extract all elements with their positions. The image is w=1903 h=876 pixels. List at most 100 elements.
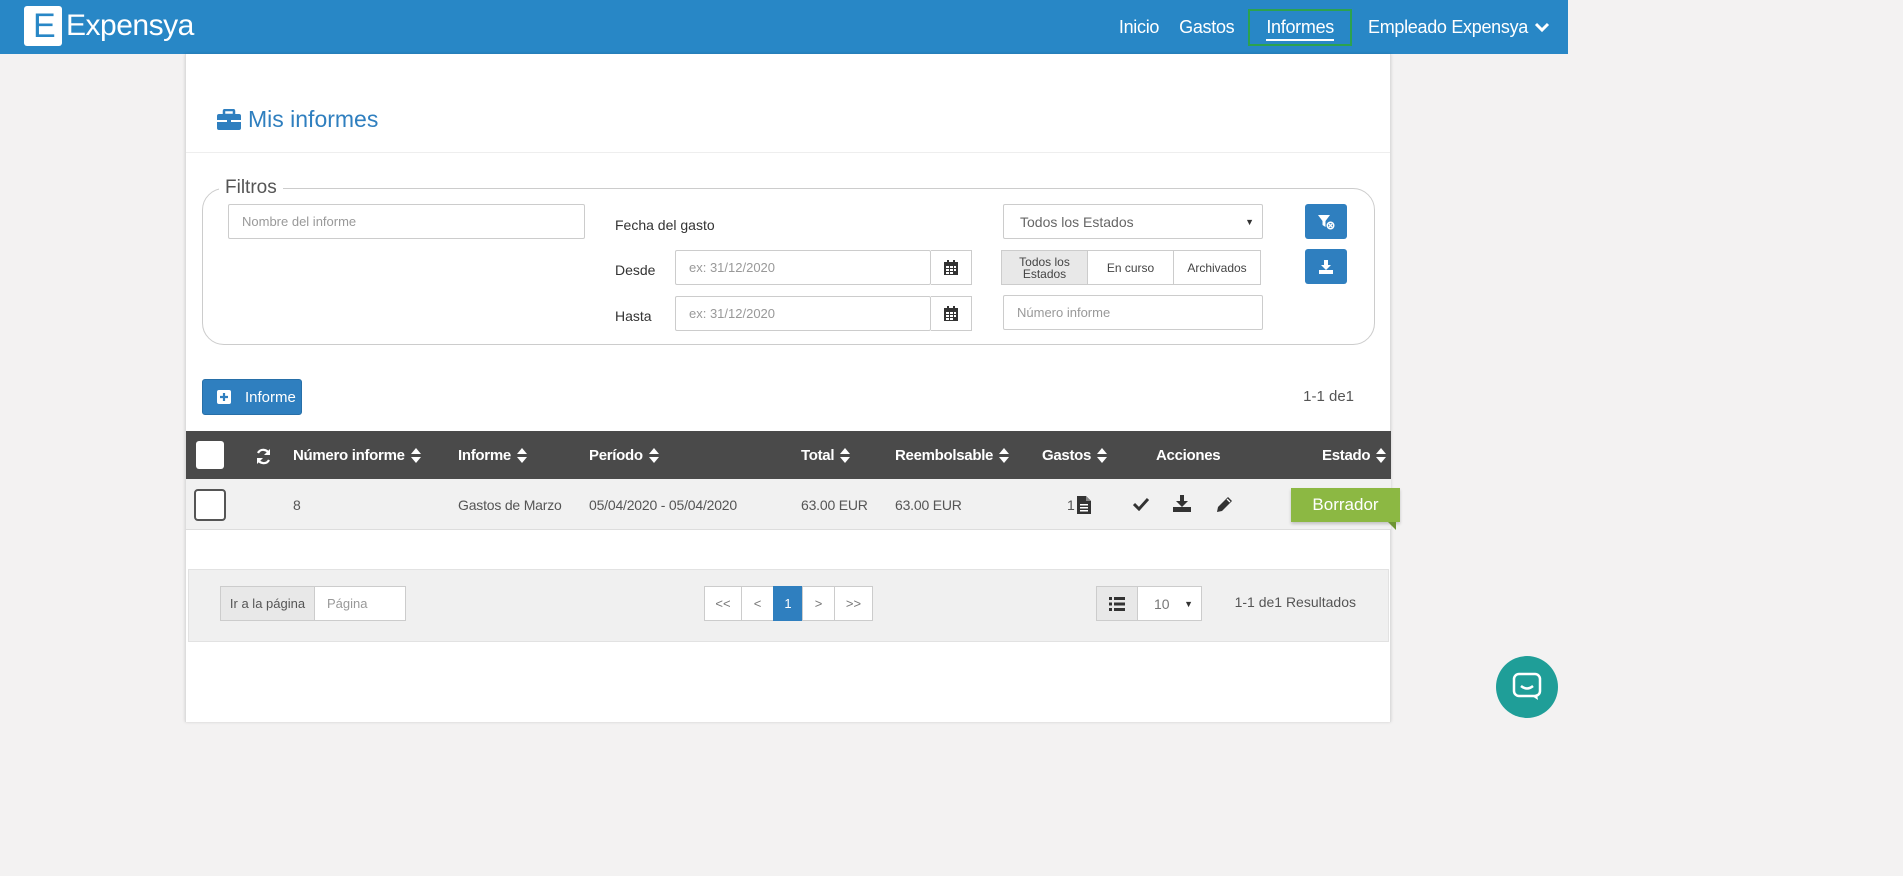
col-report-label: Informe xyxy=(458,446,511,464)
calendar-icon xyxy=(944,260,958,275)
cell-report-name[interactable]: Gastos de Marzo xyxy=(458,479,562,530)
first-page-button[interactable]: << xyxy=(704,586,742,621)
sort-icon xyxy=(840,447,851,463)
to-date-input[interactable]: ex: 31/12/2020 xyxy=(675,296,931,331)
from-calendar-button[interactable] xyxy=(931,250,972,285)
pagination-bar: Ir a la página Página << < 1 > >> 10 ▼ 1… xyxy=(188,569,1389,642)
add-report-button[interactable]: Informe xyxy=(202,379,302,415)
col-report-number[interactable]: Número informe xyxy=(293,431,421,479)
nav-links: Inicio Gastos Informes Empleado Expensya xyxy=(1109,0,1568,54)
col-expenses-label: Gastos xyxy=(1042,446,1092,464)
col-period[interactable]: Período xyxy=(589,431,659,479)
add-report-label: Informe xyxy=(245,388,296,406)
col-actions-label: Acciones xyxy=(1156,446,1221,464)
state-select-value: Todos los Estados xyxy=(1020,213,1134,230)
row-checkbox[interactable] xyxy=(194,489,226,521)
logo-text: Expensya xyxy=(66,9,194,42)
status-badge: Borrador xyxy=(1291,488,1400,522)
page-title: Mis informes xyxy=(216,106,378,133)
download-icon xyxy=(1319,259,1333,274)
sort-icon xyxy=(648,447,659,463)
per-page-select[interactable]: 10 ▼ xyxy=(1137,586,1202,621)
col-refundable[interactable]: Reembolsable xyxy=(895,431,1010,479)
to-label: Hasta xyxy=(615,308,652,324)
date-heading: Fecha del gasto xyxy=(615,217,715,233)
check-icon[interactable] xyxy=(1133,497,1149,511)
state-tab-in-progress[interactable]: En curso xyxy=(1087,250,1174,285)
document-icon xyxy=(1076,495,1091,514)
state-tabs: Todos los Estados En curso Archivados xyxy=(1001,250,1261,285)
list-view-button[interactable] xyxy=(1096,586,1138,621)
cell-period: 05/04/2020 - 05/04/2020 xyxy=(589,496,737,513)
goto-page-input[interactable]: Página xyxy=(314,586,406,621)
sort-icon xyxy=(516,447,527,463)
nav-gastos[interactable]: Gastos xyxy=(1179,17,1235,38)
top-navbar: E Expensya Inicio Gastos Informes Emplea… xyxy=(0,0,1568,54)
table-header: Número informe Informe Período Total Ree… xyxy=(186,431,1391,479)
col-expenses[interactable]: Gastos xyxy=(1042,431,1108,479)
main-panel: Mis informes Filtros Nombre del informe … xyxy=(185,54,1400,722)
expenses-count: 1 xyxy=(1067,496,1075,513)
state-tab-archived[interactable]: Archivados xyxy=(1173,250,1261,285)
report-number-input[interactable]: Número informe xyxy=(1003,295,1263,330)
col-report-number-label: Número informe xyxy=(293,446,405,464)
user-name: Empleado Expensya xyxy=(1367,16,1528,37)
goto-page-label: Ir a la página xyxy=(220,586,315,621)
results-count: 1-1 de1 Resultados xyxy=(1234,594,1356,610)
caret-down-icon: ▼ xyxy=(1184,599,1193,609)
col-status-label: Estado xyxy=(1322,446,1371,464)
clear-filters-button[interactable] xyxy=(1305,204,1347,239)
nav-informes[interactable]: Informes xyxy=(1248,8,1352,46)
state-select[interactable]: Todos los Estados ▼ xyxy=(1003,204,1263,239)
sort-icon xyxy=(1376,447,1387,463)
select-all-checkbox[interactable] xyxy=(196,441,224,469)
state-tab-all[interactable]: Todos los Estados xyxy=(1001,250,1088,285)
col-period-label: Período xyxy=(589,446,643,464)
briefcase-icon xyxy=(217,108,241,130)
download-button[interactable] xyxy=(1305,249,1347,284)
page-1-button[interactable]: 1 xyxy=(773,586,803,621)
from-label: Desde xyxy=(615,262,656,278)
refresh-icon[interactable] xyxy=(255,448,272,465)
expensya-logo[interactable]: E Expensya xyxy=(24,6,194,46)
cell-report-number: 8 xyxy=(293,496,301,513)
filters-fieldset: Filtros Nombre del informe Fecha del gas… xyxy=(202,177,1375,345)
col-actions: Acciones xyxy=(1156,431,1221,479)
sort-icon xyxy=(410,447,421,463)
cell-expenses[interactable]: 1 xyxy=(1067,479,1091,530)
list-icon xyxy=(1109,596,1125,611)
report-name-input[interactable]: Nombre del informe xyxy=(228,204,585,239)
from-date-input[interactable]: ex: 31/12/2020 xyxy=(675,250,931,285)
prev-page-button[interactable]: < xyxy=(741,586,774,621)
next-page-button[interactable]: > xyxy=(802,586,835,621)
to-calendar-button[interactable] xyxy=(931,296,972,331)
chat-launcher[interactable] xyxy=(1496,656,1558,718)
sort-icon xyxy=(1097,447,1108,463)
badge-tail xyxy=(1388,522,1396,530)
calendar-icon xyxy=(944,306,958,321)
col-refundable-label: Reembolsable xyxy=(895,446,994,464)
col-total-label: Total xyxy=(801,446,835,464)
cell-total: 63.00 EUR xyxy=(801,496,868,513)
col-total[interactable]: Total xyxy=(801,431,851,479)
filters-legend: Filtros xyxy=(219,177,283,199)
page-title-text: Mis informes xyxy=(248,106,379,132)
plus-square-icon xyxy=(217,390,231,404)
col-report[interactable]: Informe xyxy=(458,431,527,479)
chevron-down-icon xyxy=(1534,22,1550,33)
last-page-button[interactable]: >> xyxy=(834,586,873,621)
nav-informes-label: Informes xyxy=(1266,16,1334,41)
per-page-value: 10 xyxy=(1154,595,1170,612)
page-buttons: << < 1 > >> xyxy=(704,586,873,621)
pencil-icon[interactable] xyxy=(1216,496,1233,513)
user-menu[interactable]: Empleado Expensya xyxy=(1368,17,1550,38)
range-indicator: 1-1 de1 xyxy=(1303,388,1354,405)
caret-down-icon: ▼ xyxy=(1245,217,1254,227)
download-icon[interactable] xyxy=(1173,495,1191,512)
table-row[interactable]: 8 Gastos de Marzo 05/04/2020 - 05/04/202… xyxy=(186,479,1391,530)
col-status[interactable]: Estado xyxy=(1322,431,1387,479)
nav-inicio[interactable]: Inicio xyxy=(1119,17,1160,38)
sort-icon xyxy=(999,447,1010,463)
logo-mark: E xyxy=(24,6,62,46)
filter-remove-icon xyxy=(1318,214,1335,230)
